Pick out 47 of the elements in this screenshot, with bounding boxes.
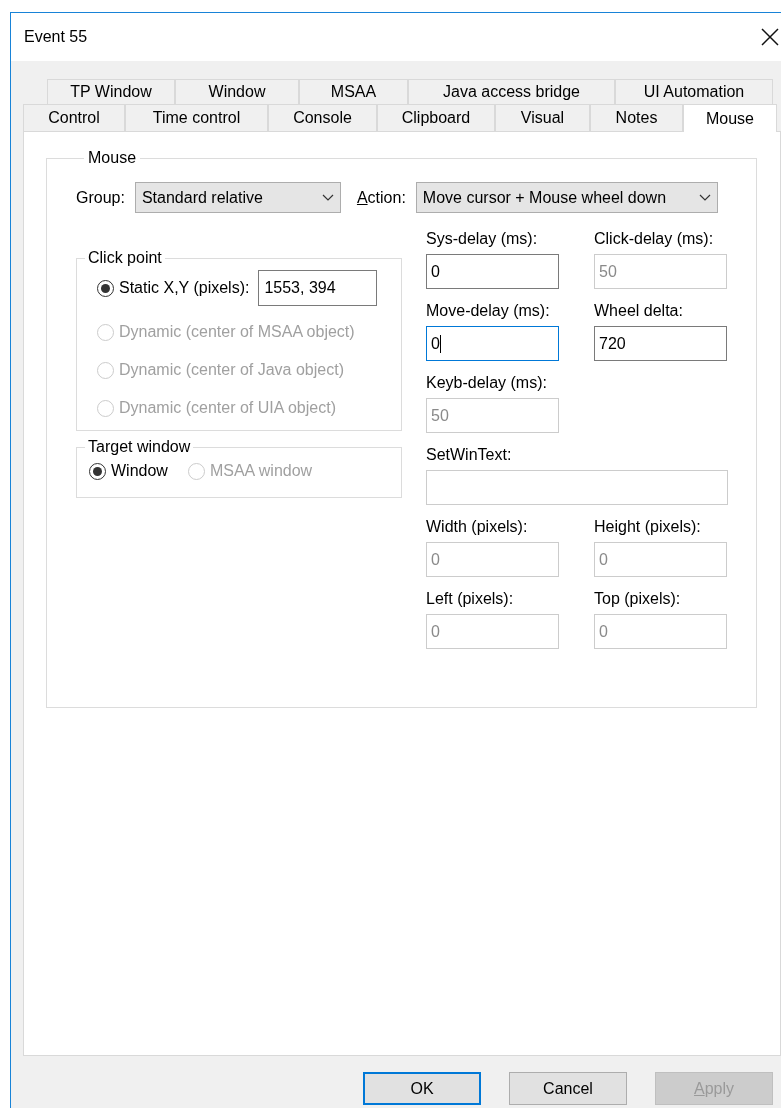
tab[interactable]: Mouse (683, 104, 777, 132)
tab[interactable]: Time control (125, 104, 268, 131)
radio-label: Dynamic (center of UIA object) (119, 398, 336, 418)
input-field[interactable]: 0 (426, 254, 559, 289)
field-label: Keyb-delay (ms): (426, 373, 548, 393)
dropdown[interactable]: Move cursor + Mouse wheel down (415, 182, 718, 213)
dialog-button[interactable]: OK (363, 1072, 481, 1105)
field-label: Sys-delay (ms): (426, 229, 539, 249)
close-icon[interactable] (761, 28, 779, 46)
tab[interactable]: Java access bridge (408, 79, 615, 104)
radio-label: Static X,Y (pixels): (119, 278, 250, 298)
field-label: SetWinText: (426, 445, 513, 465)
tab[interactable]: Notes (590, 104, 683, 131)
field-label: Width (pixels): (426, 517, 529, 537)
radio-label: Dynamic (center of Java object) (119, 360, 344, 380)
dialog-button[interactable]: Cancel (509, 1072, 627, 1105)
tab[interactable]: Visual (495, 104, 590, 131)
field-label: Left (pixels): (426, 589, 515, 609)
tab[interactable]: Console (268, 104, 377, 131)
chevron-down-icon (698, 193, 711, 202)
field-label: Action: (356, 187, 406, 208)
radio-button[interactable] (89, 462, 106, 480)
field-label: Group: (76, 187, 125, 208)
field-label: Move-delay (ms): (426, 301, 551, 321)
radio-label: Dynamic (center of MSAA object) (119, 322, 355, 342)
radio-label: MSAA window (209, 461, 313, 481)
group-title: Mouse (87, 148, 138, 168)
chevron-down-icon (321, 193, 334, 202)
tab[interactable]: Clipboard (377, 104, 495, 131)
field-label: Height (pixels): (594, 517, 702, 537)
tab[interactable]: TP Window (47, 79, 175, 104)
tab[interactable]: Control (23, 104, 125, 131)
group-title: Target window (87, 437, 192, 457)
radio-label: Window (111, 461, 168, 481)
dropdown[interactable]: Standard relative (134, 182, 341, 213)
tab[interactable]: MSAA (299, 79, 408, 104)
group-title: Click point (87, 248, 163, 268)
tab[interactable]: UI Automation (615, 79, 773, 104)
input-field[interactable]: 720 (594, 326, 727, 361)
field-label: Click-delay (ms): (594, 229, 715, 249)
tab[interactable]: Window (175, 79, 299, 104)
field-label: Top (pixels): (594, 589, 682, 609)
window-title: Event 55 (24, 27, 88, 47)
field-label: Wheel delta: (594, 301, 684, 321)
input-field[interactable]: 0 (426, 326, 559, 361)
input-field[interactable]: 1553, 394 (258, 270, 378, 306)
radio-button[interactable] (97, 279, 114, 297)
